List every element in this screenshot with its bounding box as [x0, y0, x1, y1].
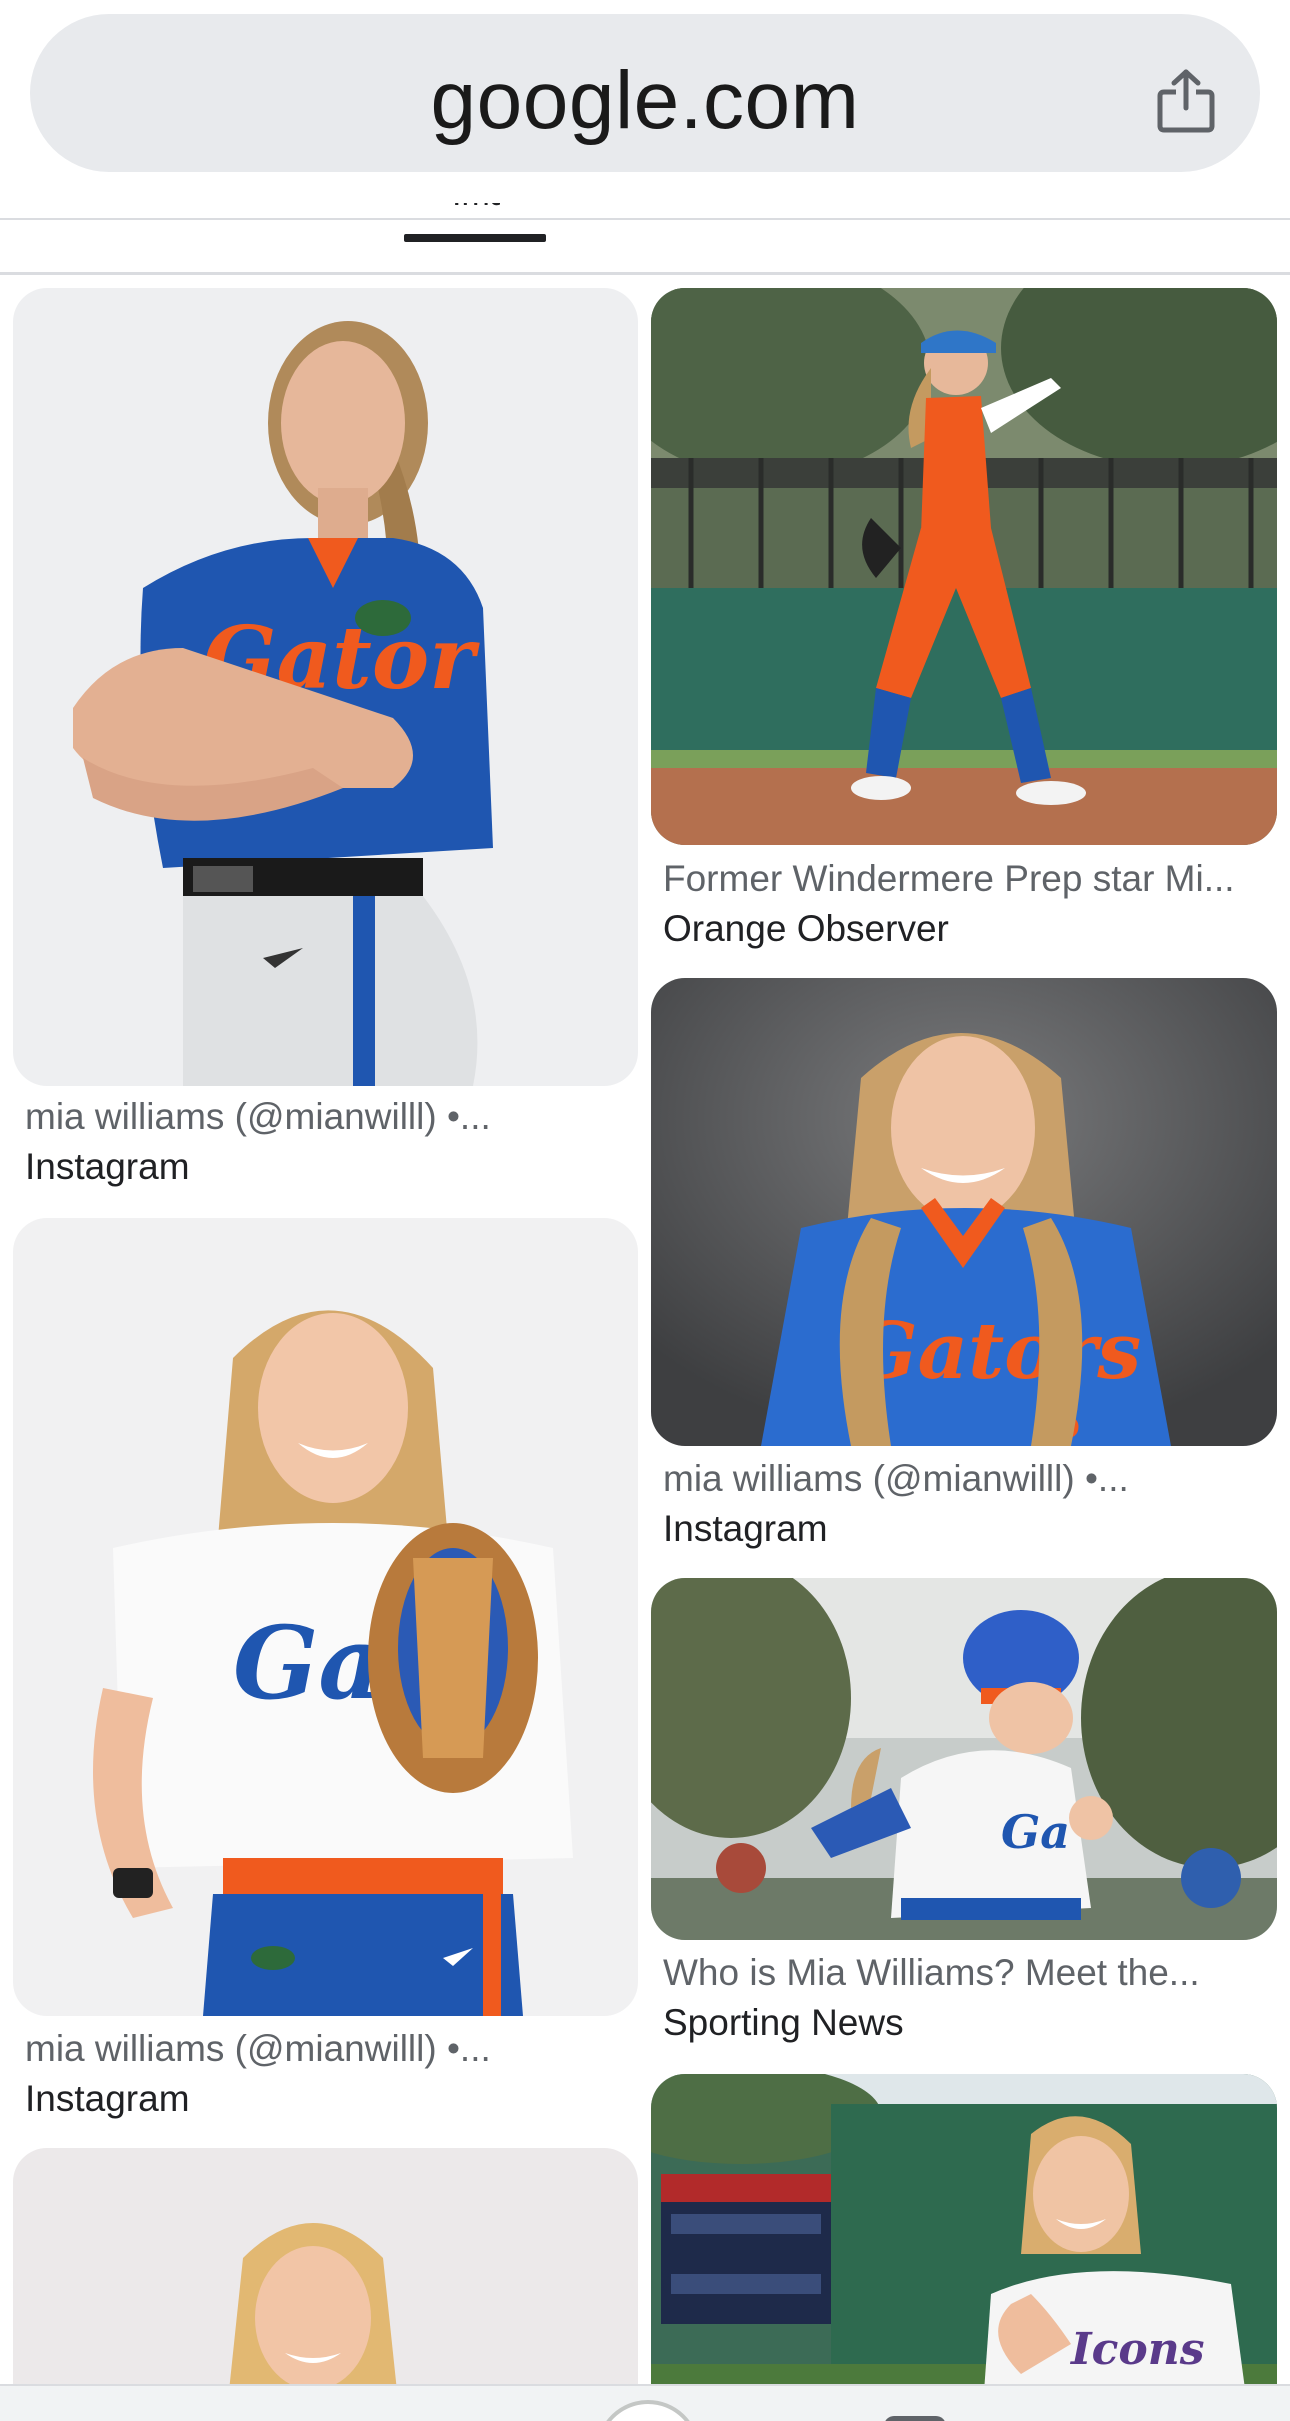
result-thumbnail[interactable]: Gators 8: [651, 978, 1277, 1446]
tabs-button[interactable]: [884, 2416, 946, 2421]
result-title[interactable]: mia williams (@mianwilll) •...: [663, 1458, 1129, 1500]
result-source[interactable]: Instagram: [25, 2078, 190, 2120]
search-tabs-strip: [0, 218, 1290, 276]
tabs-divider: [0, 272, 1290, 275]
result-thumbnail[interactable]: Gator: [13, 288, 638, 1086]
result-thumbnail[interactable]: [13, 2148, 638, 2421]
bottom-toolbar: [0, 2384, 1290, 2421]
image-result-card[interactable]: Former Windermere Prep star Mi... Orange…: [651, 288, 1277, 956]
tab-images[interactable]: Images: [452, 203, 500, 223]
image-result-card[interactable]: Gator mia williams (@mianwilll) •... Ins…: [13, 288, 638, 1198]
result-source[interactable]: Instagram: [663, 1508, 828, 1550]
image-result-card[interactable]: [13, 2148, 638, 2421]
url-text[interactable]: google.com: [30, 54, 1260, 148]
svg-text:Gators: Gators: [851, 1306, 1141, 1397]
home-button[interactable]: [596, 2400, 700, 2421]
result-source[interactable]: Instagram: [25, 1146, 190, 1188]
svg-text:Ga: Ga: [1001, 1805, 1070, 1859]
result-title[interactable]: Who is Mia Williams? Meet the...: [663, 1952, 1200, 1994]
result-thumbnail[interactable]: [651, 288, 1277, 845]
result-thumbnail[interactable]: Icons: [651, 2074, 1277, 2421]
active-tab-indicator: [404, 234, 546, 242]
image-result-card[interactable]: Gato mia williams (@mianwilll) •... Inst…: [13, 1218, 638, 2130]
address-bar[interactable]: google.com: [30, 14, 1260, 172]
result-title[interactable]: mia williams (@mianwilll) •...: [25, 2028, 491, 2070]
browser-top-area: google.com: [0, 0, 1290, 218]
search-results-page: google.com Images: [0, 0, 1290, 2421]
result-title[interactable]: mia williams (@mianwilll) •...: [25, 1096, 491, 1138]
result-thumbnail[interactable]: Ga: [651, 1578, 1277, 1940]
share-icon[interactable]: [1154, 68, 1218, 134]
image-result-card[interactable]: Icons: [651, 2074, 1277, 2421]
image-result-card[interactable]: Gators 8 mia williams (@mianwilll) •... …: [651, 978, 1277, 1558]
svg-text:Icons: Icons: [1069, 2324, 1204, 2375]
image-result-card[interactable]: Ga Who is Mia Williams? Meet the... Spor…: [651, 1578, 1277, 2048]
result-thumbnail[interactable]: Gato: [13, 1218, 638, 2016]
tab-images-label: Images: [452, 203, 500, 214]
result-source[interactable]: Sporting News: [663, 2002, 904, 2044]
result-title[interactable]: Former Windermere Prep star Mi...: [663, 858, 1235, 900]
result-source[interactable]: Orange Observer: [663, 908, 949, 950]
